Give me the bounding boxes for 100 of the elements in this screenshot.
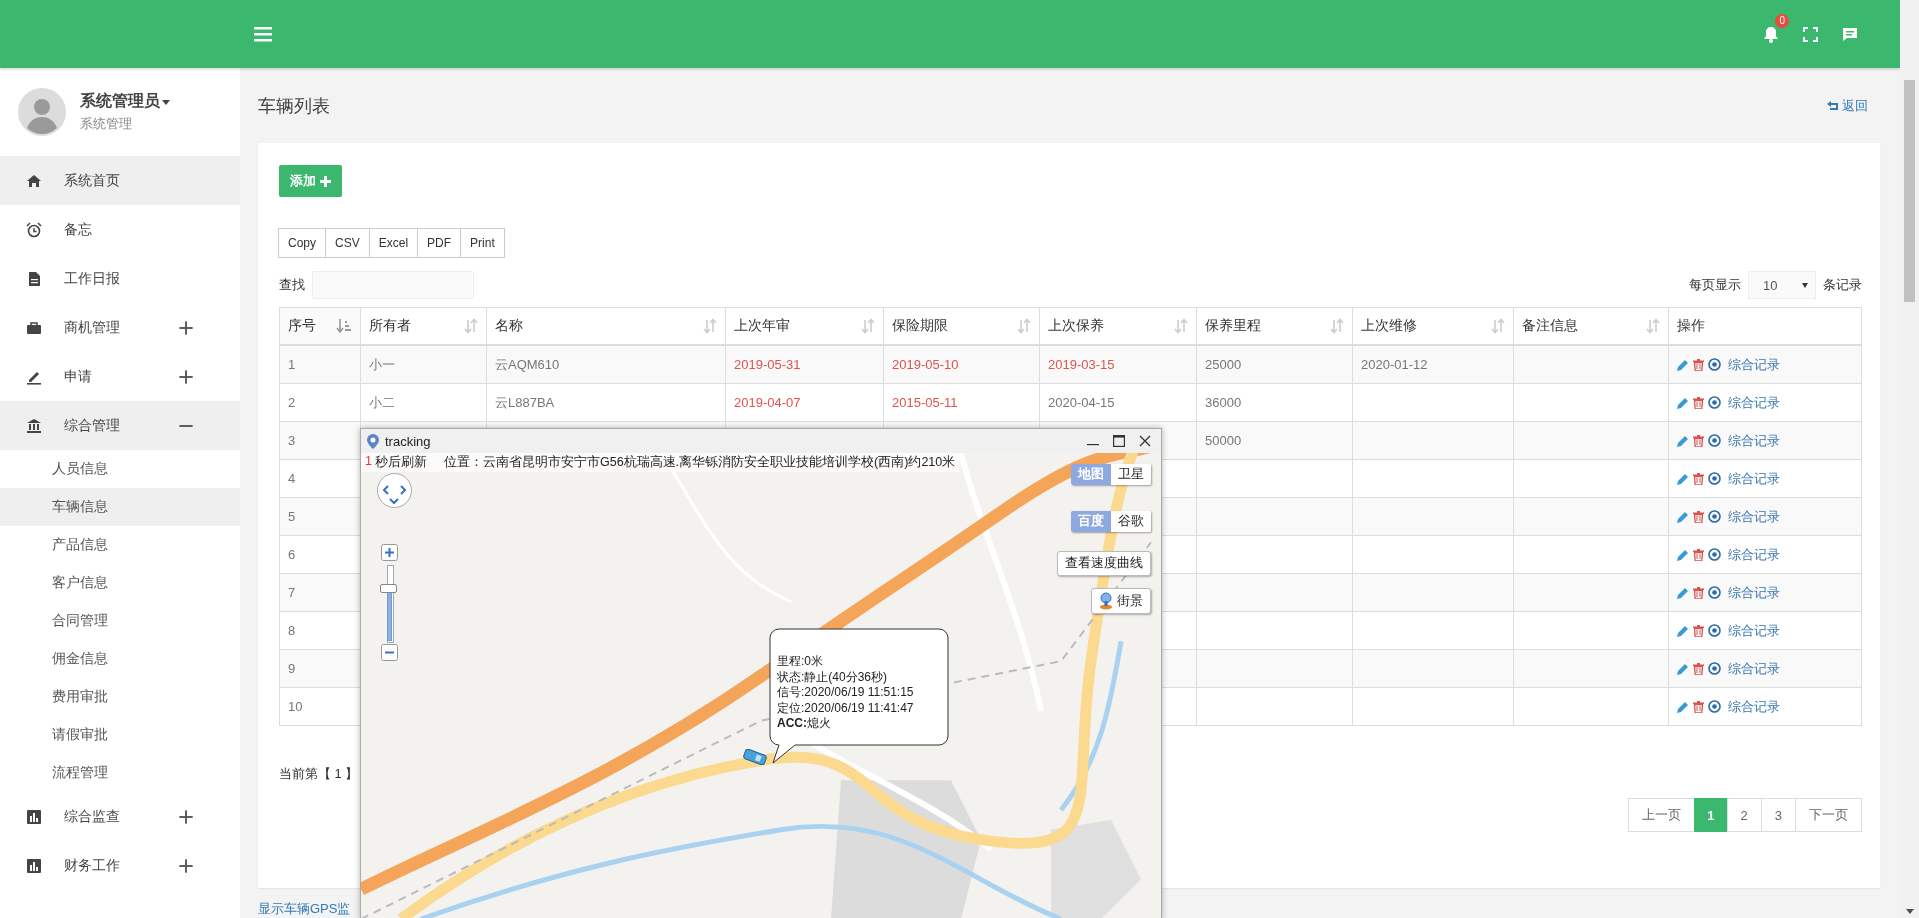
sidebar-subitem[interactable]: 车辆信息 <box>0 488 240 526</box>
eye-icon[interactable] <box>1708 358 1721 371</box>
sidebar-item[interactable]: 商机管理 <box>0 303 240 352</box>
zoom-in-button[interactable] <box>381 544 398 561</box>
zoom-out-button[interactable] <box>381 644 398 661</box>
sidebar-subitem[interactable]: 人员信息 <box>0 450 240 488</box>
table-cell: 25000 <box>1196 345 1353 384</box>
eye-icon[interactable] <box>1708 586 1721 599</box>
eye-icon[interactable] <box>1708 548 1721 561</box>
pan-control[interactable] <box>376 472 413 509</box>
expand-icon[interactable] <box>178 368 194 385</box>
fullscreen-icon[interactable] <box>1803 26 1818 42</box>
car-icon[interactable] <box>742 749 768 765</box>
street-view-button[interactable]: 街景 <box>1091 588 1151 614</box>
expand-icon[interactable] <box>178 808 194 825</box>
user-name[interactable]: 系统管理员 <box>80 91 160 112</box>
edit-icon[interactable] <box>1677 662 1689 675</box>
sidebar-item[interactable]: 备忘 <box>0 205 240 254</box>
record-link[interactable]: 综合记录 <box>1728 545 1780 564</box>
edit-icon[interactable] <box>1677 624 1689 637</box>
eye-icon[interactable] <box>1708 396 1721 409</box>
sidebar-subitem[interactable]: 合同管理 <box>0 602 240 640</box>
zoom-slider-thumb[interactable] <box>380 584 397 594</box>
delete-icon[interactable] <box>1693 586 1704 599</box>
edit-icon[interactable] <box>1677 548 1689 561</box>
page-size-select[interactable]: 10 <box>1748 271 1816 299</box>
sidebar-item[interactable]: 工作日报 <box>0 254 240 303</box>
next-page-button[interactable]: 下一页 <box>1795 798 1862 832</box>
page-info: 当前第【 1 】 <box>279 765 359 783</box>
sidebar-item[interactable]: 系统首页 <box>0 156 240 205</box>
record-link[interactable]: 综合记录 <box>1728 393 1780 412</box>
expand-icon[interactable] <box>178 319 194 336</box>
edit-icon[interactable] <box>1677 358 1689 371</box>
eye-icon[interactable] <box>1708 662 1721 675</box>
edit-icon[interactable] <box>1677 472 1689 485</box>
close-icon[interactable] <box>1139 435 1151 447</box>
delete-icon[interactable] <box>1693 624 1704 637</box>
sidebar-subitem[interactable]: 费用审批 <box>0 678 240 716</box>
record-link[interactable]: 综合记录 <box>1728 697 1780 716</box>
eye-icon[interactable] <box>1708 472 1721 485</box>
sidebar-item[interactable]: 综合监查 <box>0 792 240 841</box>
sidebar-subitem[interactable]: 客户信息 <box>0 564 240 602</box>
caret-icon[interactable] <box>162 99 170 105</box>
speed-curve-button[interactable]: 查看速度曲线 <box>1057 551 1151 576</box>
map-type-toggle[interactable]: 卫星 <box>1111 464 1151 485</box>
previous-page-button[interactable]: 上一页 <box>1628 798 1696 832</box>
eye-icon[interactable] <box>1708 434 1721 447</box>
maximize-icon[interactable] <box>1113 435 1125 447</box>
edit-icon[interactable] <box>1677 510 1689 523</box>
record-link[interactable]: 综合记录 <box>1728 621 1780 640</box>
delete-icon[interactable] <box>1693 700 1704 713</box>
export-button[interactable]: PDF <box>417 228 462 258</box>
sidebar-subitem[interactable]: 流程管理 <box>0 754 240 792</box>
eye-icon[interactable] <box>1708 700 1721 713</box>
edit-icon[interactable] <box>1677 586 1689 599</box>
edit-icon[interactable] <box>1677 434 1689 447</box>
delete-icon[interactable] <box>1693 548 1704 561</box>
delete-icon[interactable] <box>1693 358 1704 371</box>
back-link[interactable]: 返回 <box>1827 96 1868 115</box>
page-button[interactable]: 3 <box>1760 798 1796 832</box>
record-link[interactable]: 综合记录 <box>1728 355 1780 374</box>
map-source-toggle[interactable]: 谷歌 <box>1111 511 1151 532</box>
sidebar-subitem[interactable]: 佣金信息 <box>0 640 240 678</box>
export-button[interactable]: CSV <box>325 228 370 258</box>
delete-icon[interactable] <box>1693 396 1704 409</box>
export-button[interactable]: Print <box>460 228 505 258</box>
delete-icon[interactable] <box>1693 662 1704 675</box>
bell-icon[interactable] <box>1763 25 1779 43</box>
message-icon[interactable] <box>1842 26 1858 42</box>
sidebar-item[interactable]: 财务工作 <box>0 841 240 890</box>
scrollbar-thumb[interactable] <box>1904 80 1915 302</box>
page-button[interactable]: 2 <box>1726 798 1762 832</box>
eye-icon[interactable] <box>1708 624 1721 637</box>
edit-icon[interactable] <box>1677 396 1689 409</box>
sidebar-item[interactable]: 申请 <box>0 352 240 401</box>
menu-button[interactable] <box>254 26 272 42</box>
record-link[interactable]: 综合记录 <box>1728 507 1780 526</box>
sidebar-subitem[interactable]: 产品信息 <box>0 526 240 564</box>
delete-icon[interactable] <box>1693 472 1704 485</box>
scroll-down-icon[interactable] <box>1906 909 1914 914</box>
column-header[interactable]: 序号 <box>279 307 361 345</box>
window-title: tracking <box>385 433 431 449</box>
record-link[interactable]: 综合记录 <box>1728 659 1780 678</box>
delete-icon[interactable] <box>1693 510 1704 523</box>
export-button[interactable]: Copy <box>278 228 326 258</box>
sort-ascending-icon[interactable] <box>336 318 352 334</box>
info-line: 里程:0米 <box>777 654 824 670</box>
expand-icon[interactable] <box>178 857 194 874</box>
eye-icon[interactable] <box>1708 510 1721 523</box>
sidebar-subitem[interactable]: 请假审批 <box>0 716 240 754</box>
briefcase-icon <box>26 319 42 336</box>
sidebar-item[interactable]: 综合管理 <box>0 401 240 450</box>
export-button[interactable]: Excel <box>368 228 419 258</box>
edit-icon[interactable] <box>1677 700 1689 713</box>
delete-icon[interactable] <box>1693 434 1704 447</box>
gps-monitor-link[interactable]: 显示车辆GPS监 <box>258 900 351 918</box>
record-link[interactable]: 综合记录 <box>1728 469 1780 488</box>
page-size-label: 每页显示 <box>1689 276 1741 294</box>
record-link[interactable]: 综合记录 <box>1728 431 1780 450</box>
record-link[interactable]: 综合记录 <box>1728 583 1780 602</box>
